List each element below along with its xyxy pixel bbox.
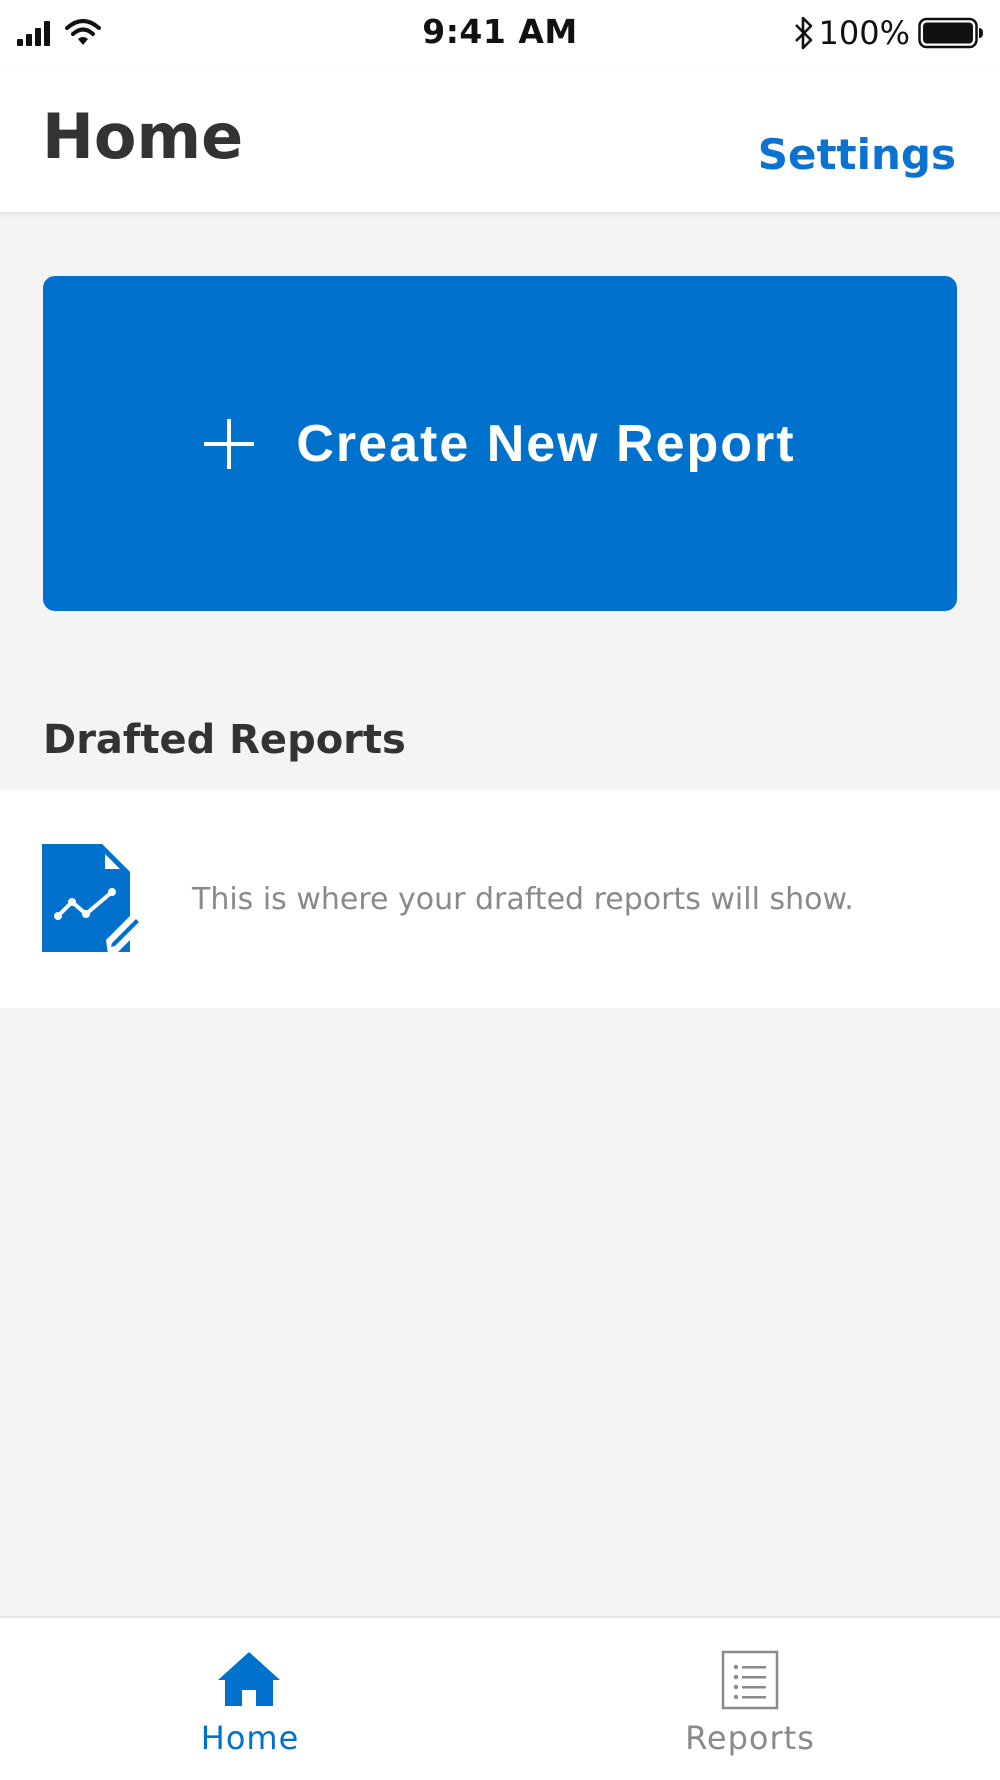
tab-home[interactable]: Home — [0, 1618, 500, 1780]
plus-icon — [204, 418, 255, 469]
drafted-reports-empty-message: This is where your drafted reports will … — [192, 882, 854, 917]
settings-button[interactable]: Settings — [758, 134, 956, 176]
create-new-report-label: Create New Report — [296, 414, 796, 473]
page-title: Home — [42, 100, 244, 173]
tab-reports[interactable]: Reports — [500, 1618, 1000, 1780]
nav-header: Home Settings — [0, 68, 1000, 212]
bluetooth-icon — [794, 16, 812, 50]
drafted-reports-title: Drafted Reports — [43, 717, 406, 763]
battery-icon — [918, 17, 983, 49]
tab-home-label: Home — [200, 1719, 300, 1757]
status-right: 100% — [793, 12, 984, 54]
drafted-reports-empty-state: This is where your drafted reports will … — [0, 790, 1000, 1008]
home-icon — [218, 1652, 280, 1706]
create-new-report-button[interactable]: Create New Report — [43, 276, 957, 611]
battery-percent: 100% — [818, 14, 910, 52]
report-edit-icon — [42, 844, 148, 954]
tab-bar: Home Reports — [0, 1616, 1000, 1780]
list-document-icon — [721, 1650, 779, 1710]
tab-reports-label: Reports — [685, 1719, 815, 1757]
status-bar: 9:41 AM 100% — [0, 0, 1000, 68]
